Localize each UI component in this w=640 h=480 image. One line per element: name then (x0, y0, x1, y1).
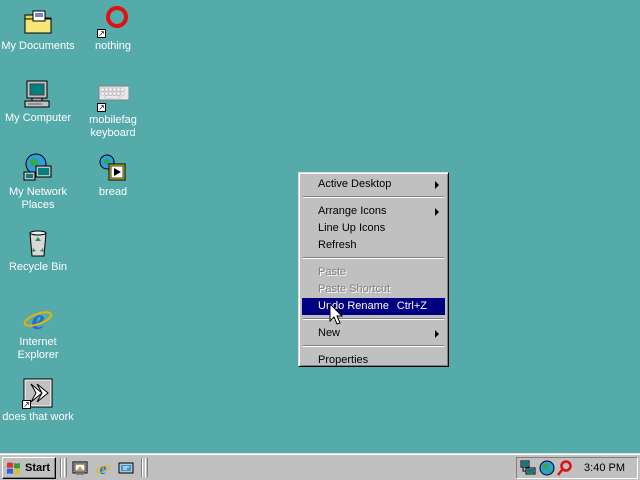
menu-item-label: Line Up Icons (318, 222, 386, 234)
submenu-arrow-icon (435, 330, 439, 338)
clock[interactable]: 3:40 PM (584, 461, 625, 475)
folder-documents-icon (22, 6, 54, 38)
menu-item-new[interactable]: New (302, 325, 445, 342)
menu-item-shortcut: Ctrl+Z (396, 300, 427, 312)
internet-explorer-icon: e (95, 461, 111, 476)
taskbar-separator (60, 458, 62, 477)
network-icon (22, 152, 54, 184)
menu-item-paste-shortcut: Paste Shortcut (302, 281, 445, 298)
internet-explorer-icon: e (22, 302, 54, 334)
media-icon (97, 152, 129, 184)
desktop-icon-mobilefag-keyboard[interactable]: ↗ mobilefag keyboard (75, 80, 151, 140)
channels-icon (118, 462, 134, 474)
desktop-icon-my-network-places[interactable]: My Network Places (0, 152, 76, 212)
menu-item-active-desktop[interactable]: Active Desktop (302, 176, 445, 193)
windows-logo-icon (7, 462, 20, 475)
shortcut-overlay-icon: ↗ (97, 28, 106, 38)
taskbar: Start e 3:40 PM (0, 453, 640, 480)
desktop-icon-bread[interactable]: bread (75, 152, 151, 199)
shortcut-arrow-icon: ↗ (22, 377, 54, 409)
desktop-icon-label: My Network Places (8, 186, 68, 211)
desktop-icon-internet-explorer[interactable]: e Internet Explorer (0, 302, 76, 362)
quick-launch-internet-explorer[interactable]: e (94, 459, 112, 477)
desktop-context-menu: Active Desktop Arrange Icons Line Up Ico… (298, 172, 449, 367)
menu-item-label: Active Desktop (318, 178, 392, 190)
network-tray-icon (520, 460, 536, 475)
menu-item-undo-rename[interactable]: Undo Rename Ctrl+Z (302, 298, 445, 315)
quick-launch-show-desktop[interactable] (71, 459, 89, 477)
submenu-arrow-icon (435, 208, 439, 216)
desktop-icon-label: nothing (94, 40, 132, 52)
toolbar-grip[interactable] (145, 458, 148, 477)
menu-separator (303, 345, 444, 347)
system-tray: 3:40 PM (516, 457, 638, 479)
desktop[interactable]: My Documents My Computer My Network Plac… (0, 0, 640, 453)
desktop-icon-does-that-work[interactable]: ↗ does that work (0, 377, 76, 424)
menu-item-label: Refresh (318, 239, 357, 251)
menu-separator (303, 318, 444, 320)
desktop-icon-label: Internet Explorer (17, 336, 59, 361)
toolbar-grip[interactable] (64, 458, 67, 477)
menu-item-label: Arrange Icons (318, 205, 387, 217)
start-label: Start (25, 462, 51, 474)
desktop-icon-recycle-bin[interactable]: Recycle Bin (0, 227, 76, 274)
shortcut-overlay-icon: ↗ (97, 102, 106, 112)
tray-globe[interactable] (539, 460, 555, 476)
red-ring-icon: ↗ (97, 6, 129, 38)
globe-tray-icon (539, 460, 555, 476)
desktop-icon-label: bread (98, 186, 128, 198)
desktop-icon-label: My Documents (1, 40, 75, 52)
recycle-bin-icon (22, 227, 54, 259)
show-desktop-icon (72, 461, 88, 475)
computer-icon (22, 78, 54, 110)
tray-red-ring[interactable] (557, 460, 573, 476)
menu-separator (303, 257, 444, 259)
menu-item-arrange-icons[interactable]: Arrange Icons (302, 203, 445, 220)
menu-item-paste: Paste (302, 264, 445, 281)
desktop-icon-my-documents[interactable]: My Documents (0, 6, 76, 53)
desktop-icon-label: mobilefag keyboard (89, 114, 137, 139)
menu-separator (303, 196, 444, 198)
menu-item-line-up-icons[interactable]: Line Up Icons (302, 220, 445, 237)
desktop-icon-label: My Computer (4, 112, 72, 124)
svg-text:e: e (99, 461, 106, 476)
menu-item-refresh[interactable]: Refresh (302, 237, 445, 254)
desktop-icon-label: Recycle Bin (8, 261, 68, 273)
menu-item-properties[interactable]: Properties (302, 352, 445, 369)
desktop-icon-nothing[interactable]: ↗ nothing (75, 6, 151, 53)
desktop-icon-my-computer[interactable]: My Computer (0, 78, 76, 125)
submenu-arrow-icon (435, 181, 439, 189)
tray-network[interactable] (520, 460, 536, 476)
shortcut-overlay-icon: ↗ (22, 399, 31, 409)
menu-item-label: New (318, 327, 341, 339)
menu-item-label: Paste Shortcut (318, 283, 391, 295)
menu-item-label: Properties (318, 354, 369, 366)
quick-launch-channels[interactable] (117, 459, 135, 477)
mouse-cursor-icon (329, 303, 344, 325)
menu-item-label: Paste (318, 266, 347, 278)
start-button[interactable]: Start (2, 457, 56, 479)
taskbar-separator (141, 458, 143, 477)
keyboard-icon: ↗ (97, 80, 129, 112)
desktop-icon-label: does that work (2, 411, 74, 423)
svg-text:e: e (31, 303, 44, 334)
red-ring-tray-icon (557, 460, 572, 476)
